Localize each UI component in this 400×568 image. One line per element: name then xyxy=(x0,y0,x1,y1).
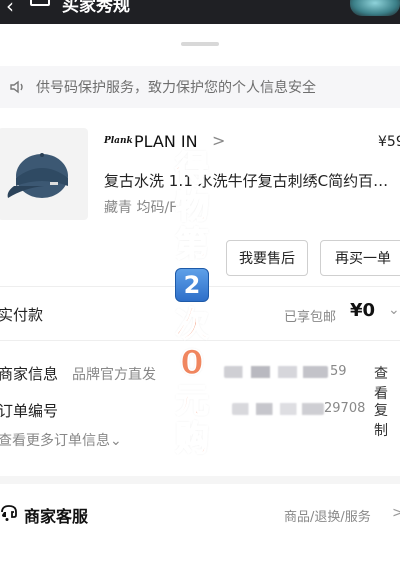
product-title[interactable]: 复古水洗 1:1 水洗牛仔复古刺绣C简约百… xyxy=(104,170,400,191)
back-arrow-icon[interactable]: ‹ xyxy=(6,0,14,18)
masked-order-number xyxy=(232,403,324,415)
customer-service-icon xyxy=(1,505,17,521)
product-price: ¥59 xyxy=(378,134,400,150)
order-number-label: 订单编号 xyxy=(0,402,59,420)
product-spec: 藏青 均码/F xyxy=(104,200,178,216)
service-categories[interactable]: 商品/退换/服务 xyxy=(284,506,371,525)
paid-amount: ¥0 xyxy=(350,300,376,321)
product-image[interactable] xyxy=(0,128,88,220)
top-status-bar: ‹ 买家秀规 xyxy=(0,0,400,24)
chevron-down-icon[interactable]: ⌄ xyxy=(388,302,400,318)
more-order-info-link[interactable]: 查看更多订单信息⌄ xyxy=(0,430,122,450)
merchant-type: 品牌官方直发 xyxy=(72,367,156,383)
masked-merchant-id xyxy=(224,366,328,378)
overlay-char: 物 xyxy=(174,187,210,227)
overlay-char: 得 xyxy=(174,149,210,189)
brand-logo: Plank xyxy=(104,136,133,146)
privacy-notice-bar: 供号码保护服务，致力保护您的个人信息安全 xyxy=(0,66,400,108)
buy-again-button[interactable]: 再买一单 xyxy=(320,240,400,276)
chevron-right-icon[interactable]: > xyxy=(392,505,400,521)
section-gap xyxy=(0,476,400,484)
overlay-char: 第 xyxy=(174,225,210,265)
copy-order-link[interactable]: 复制 xyxy=(374,400,400,440)
drag-handle[interactable] xyxy=(181,42,219,46)
overlay-char: 0 xyxy=(179,343,204,383)
overlay-char: 元 xyxy=(174,381,210,421)
view-merchant-link[interactable]: 查看 xyxy=(374,363,400,403)
cap-image xyxy=(7,153,68,198)
overlay-char: 购 xyxy=(174,419,210,459)
paid-amount-label: 实付款 xyxy=(0,306,44,324)
shipping-discount-note: 已享包邮 xyxy=(284,310,337,325)
overlay-number-badge: 2 xyxy=(175,268,209,302)
order-number-tail: 29708 xyxy=(324,401,366,416)
header-title: 买家秀规 xyxy=(62,0,130,16)
promo-overlay-text: 得 物 第 2 次 0 元 购 xyxy=(168,149,216,459)
after-sale-button[interactable]: 我要售后 xyxy=(226,240,308,276)
overlay-char: 次 xyxy=(174,305,210,345)
header-glow xyxy=(350,0,400,16)
privacy-notice-text: 供号码保护服务，致力保护您的个人信息安全 xyxy=(36,80,316,96)
merchant-id-tail: 59 xyxy=(330,364,347,379)
merchant-info-label: 商家信息 xyxy=(0,365,59,383)
customer-service-title[interactable]: 商家客服 xyxy=(24,503,88,527)
window-icon xyxy=(30,0,50,6)
chevron-right-icon[interactable]: > xyxy=(212,131,225,150)
speaker-icon xyxy=(10,80,23,94)
